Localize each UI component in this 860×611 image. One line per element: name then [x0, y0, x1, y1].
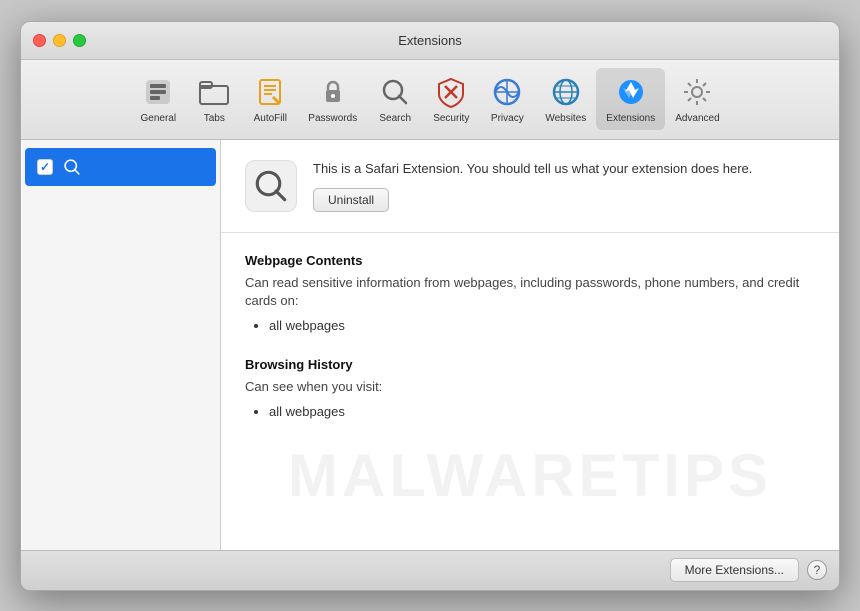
- tabs-icon: [196, 74, 232, 110]
- help-button[interactable]: ?: [807, 560, 827, 580]
- extension-detail-icon: [245, 160, 297, 212]
- toolbar-label-passwords: Passwords: [308, 113, 357, 124]
- security-icon: [433, 74, 469, 110]
- toolbar-item-autofill[interactable]: AutoFill: [242, 68, 298, 130]
- permission-title-history: Browsing History: [245, 357, 815, 372]
- permissions-section: Webpage Contents Can read sensitive info…: [221, 233, 839, 463]
- permission-title-webpage: Webpage Contents: [245, 253, 815, 268]
- detail-panel: MALWARETIPS This is a Safari Extension. …: [221, 140, 839, 550]
- toolbar-item-general[interactable]: General: [130, 68, 186, 130]
- toolbar-item-passwords[interactable]: Passwords: [298, 68, 367, 130]
- toolbar-item-extensions[interactable]: Extensions: [596, 68, 665, 130]
- toolbar-item-tabs[interactable]: Tabs: [186, 68, 242, 130]
- extension-info: This is a Safari Extension. You should t…: [313, 160, 815, 212]
- extension-checkbox[interactable]: ✓: [37, 159, 53, 175]
- passwords-icon: [315, 74, 351, 110]
- extension-sidebar-icon: [61, 156, 83, 178]
- permission-webpage-contents: Webpage Contents Can read sensitive info…: [245, 253, 815, 337]
- permission-list-history: all webpages: [245, 402, 815, 423]
- toolbar-item-search[interactable]: Search: [367, 68, 423, 130]
- sidebar-item-search-ext[interactable]: ✓: [25, 148, 216, 186]
- toolbar-label-tabs: Tabs: [204, 113, 225, 124]
- toolbar-label-general: General: [141, 113, 177, 124]
- websites-icon: [548, 74, 584, 110]
- detail-content: This is a Safari Extension. You should t…: [221, 140, 839, 463]
- search-icon: [377, 74, 413, 110]
- list-item: all webpages: [269, 402, 815, 423]
- toolbar-label-security: Security: [433, 113, 469, 124]
- toolbar-item-privacy[interactable]: Privacy: [479, 68, 535, 130]
- general-icon: [140, 74, 176, 110]
- toolbar: General Tabs: [21, 60, 839, 140]
- toolbar-label-autofill: AutoFill: [254, 113, 287, 124]
- toolbar-items: General Tabs: [130, 68, 729, 130]
- window-title: Extensions: [398, 33, 462, 48]
- uninstall-button[interactable]: Uninstall: [313, 188, 389, 212]
- safari-preferences-window: Extensions General: [20, 21, 840, 591]
- toolbar-label-advanced: Advanced: [675, 113, 719, 124]
- close-button[interactable]: [33, 34, 46, 47]
- toolbar-label-websites: Websites: [545, 113, 586, 124]
- privacy-icon: [489, 74, 525, 110]
- main-content: ✓ MALWARETIPS: [21, 140, 839, 550]
- extension-description: This is a Safari Extension. You should t…: [313, 160, 815, 178]
- toolbar-label-search: Search: [379, 113, 411, 124]
- titlebar: Extensions: [21, 22, 839, 60]
- traffic-lights: [33, 34, 86, 47]
- minimize-button[interactable]: [53, 34, 66, 47]
- permission-list-webpage: all webpages: [245, 316, 815, 337]
- permission-desc-history: Can see when you visit:: [245, 378, 815, 396]
- permission-desc-webpage: Can read sensitive information from webp…: [245, 274, 815, 310]
- more-extensions-button[interactable]: More Extensions...: [670, 558, 799, 582]
- autofill-icon: [252, 74, 288, 110]
- footer: More Extensions... ?: [21, 550, 839, 590]
- sidebar: ✓: [21, 140, 221, 550]
- advanced-icon: [679, 74, 715, 110]
- toolbar-label-privacy: Privacy: [491, 113, 524, 124]
- toolbar-item-advanced[interactable]: Advanced: [665, 68, 729, 130]
- extensions-icon: [613, 74, 649, 110]
- maximize-button[interactable]: [73, 34, 86, 47]
- permission-browsing-history: Browsing History Can see when you visit:…: [245, 357, 815, 423]
- extension-header: This is a Safari Extension. You should t…: [221, 140, 839, 233]
- toolbar-item-websites[interactable]: Websites: [535, 68, 596, 130]
- toolbar-item-security[interactable]: Security: [423, 68, 479, 130]
- toolbar-label-extensions: Extensions: [606, 113, 655, 124]
- list-item: all webpages: [269, 316, 815, 337]
- checkmark-icon: ✓: [40, 160, 50, 174]
